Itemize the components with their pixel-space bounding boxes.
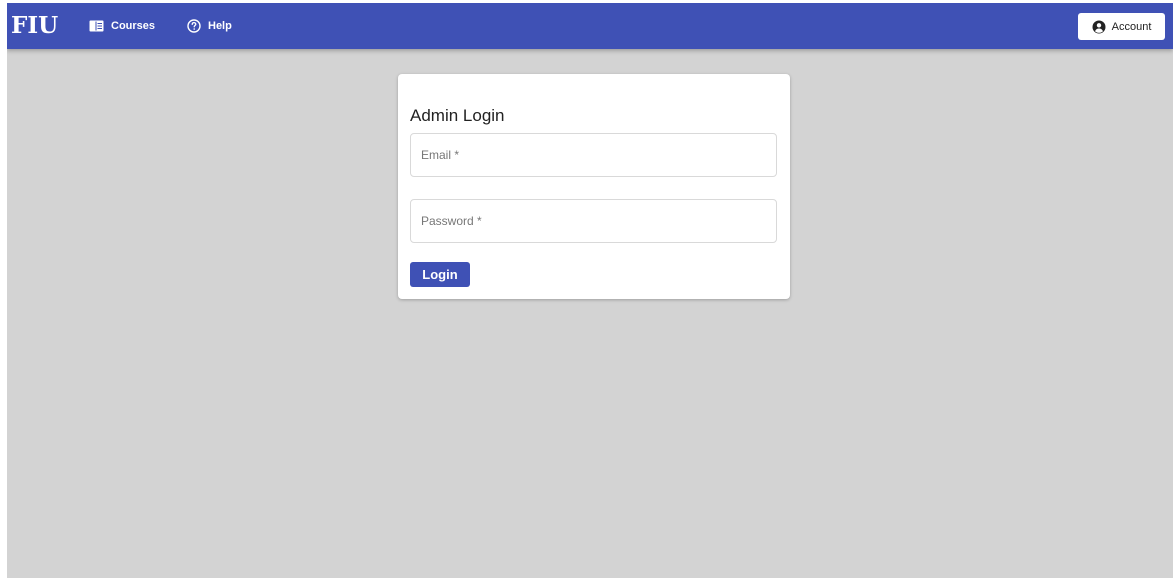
app-window: FIU Courses Help Account Admin Login Ema…	[7, 3, 1173, 578]
email-field[interactable]	[410, 133, 777, 177]
help-circle-icon	[187, 19, 201, 33]
account-label: Account	[1111, 20, 1152, 33]
fiu-logo[interactable]: FIU	[11, 12, 58, 40]
password-input[interactable]	[411, 200, 776, 242]
login-card: Admin Login Login	[398, 74, 790, 299]
login-title: Admin Login	[410, 106, 505, 125]
nav-help[interactable]: Help	[187, 16, 232, 36]
nav-courses-label: Courses	[111, 20, 156, 32]
password-field[interactable]	[410, 199, 777, 243]
nav-courses[interactable]: Courses	[89, 16, 155, 36]
account-button[interactable]: Account	[1078, 13, 1165, 40]
email-input[interactable]	[411, 134, 776, 176]
nav-help-label: Help	[208, 20, 232, 32]
top-app-bar: FIU Courses Help Account	[7, 3, 1173, 49]
account-circle-icon	[1092, 20, 1106, 34]
login-button[interactable]: Login	[410, 262, 470, 287]
book-icon	[89, 20, 104, 32]
